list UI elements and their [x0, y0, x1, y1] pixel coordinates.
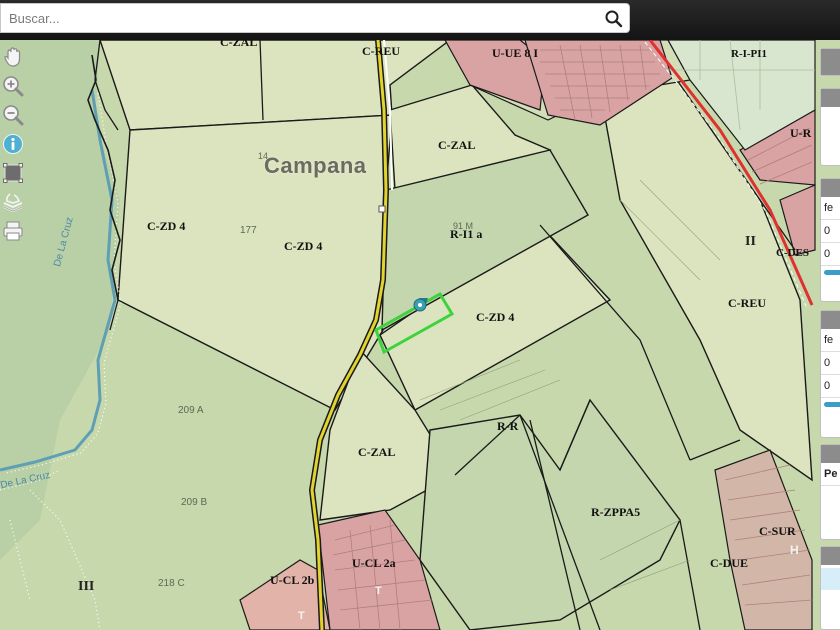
panel-cell: 0 [821, 352, 840, 375]
panel-column-header: fe [821, 329, 840, 352]
panel-section: fe 0 0 [820, 178, 840, 302]
panel-scrollbar[interactable] [824, 270, 840, 275]
map-canvas[interactable]: Campana C-ZAL C-REU U-UE 8 I R-I-PI1 U-R… [0, 40, 840, 630]
panel-section[interactable] [820, 88, 840, 166]
search-icon[interactable] [603, 8, 625, 30]
top-bar [0, 0, 840, 40]
panel-cell: 0 [821, 220, 840, 243]
panel-column-header: fe [821, 197, 840, 220]
pan-hand-icon[interactable] [0, 44, 26, 70]
panel-scrollbar[interactable] [824, 402, 840, 407]
measure-area-icon[interactable] [0, 160, 26, 186]
panel-section: Pe [820, 444, 840, 540]
layers-icon[interactable] [0, 189, 26, 215]
print-icon[interactable] [0, 218, 26, 244]
results-side-panel: fe 0 0 fe 0 0 Pe [814, 40, 840, 630]
panel-section: fe 0 0 [820, 310, 840, 438]
zoom-in-icon[interactable] [0, 73, 26, 99]
panel-section[interactable] [820, 48, 840, 76]
panel-section [820, 546, 840, 630]
info-icon[interactable] [0, 131, 26, 157]
search-box [0, 3, 630, 33]
search-input[interactable] [9, 8, 599, 28]
panel-cell: 0 [821, 243, 840, 266]
panel-cell: 0 [821, 375, 840, 398]
panel-label: Pe [821, 463, 840, 486]
zoom-out-icon[interactable] [0, 102, 26, 128]
map-toolbar [0, 44, 26, 247]
